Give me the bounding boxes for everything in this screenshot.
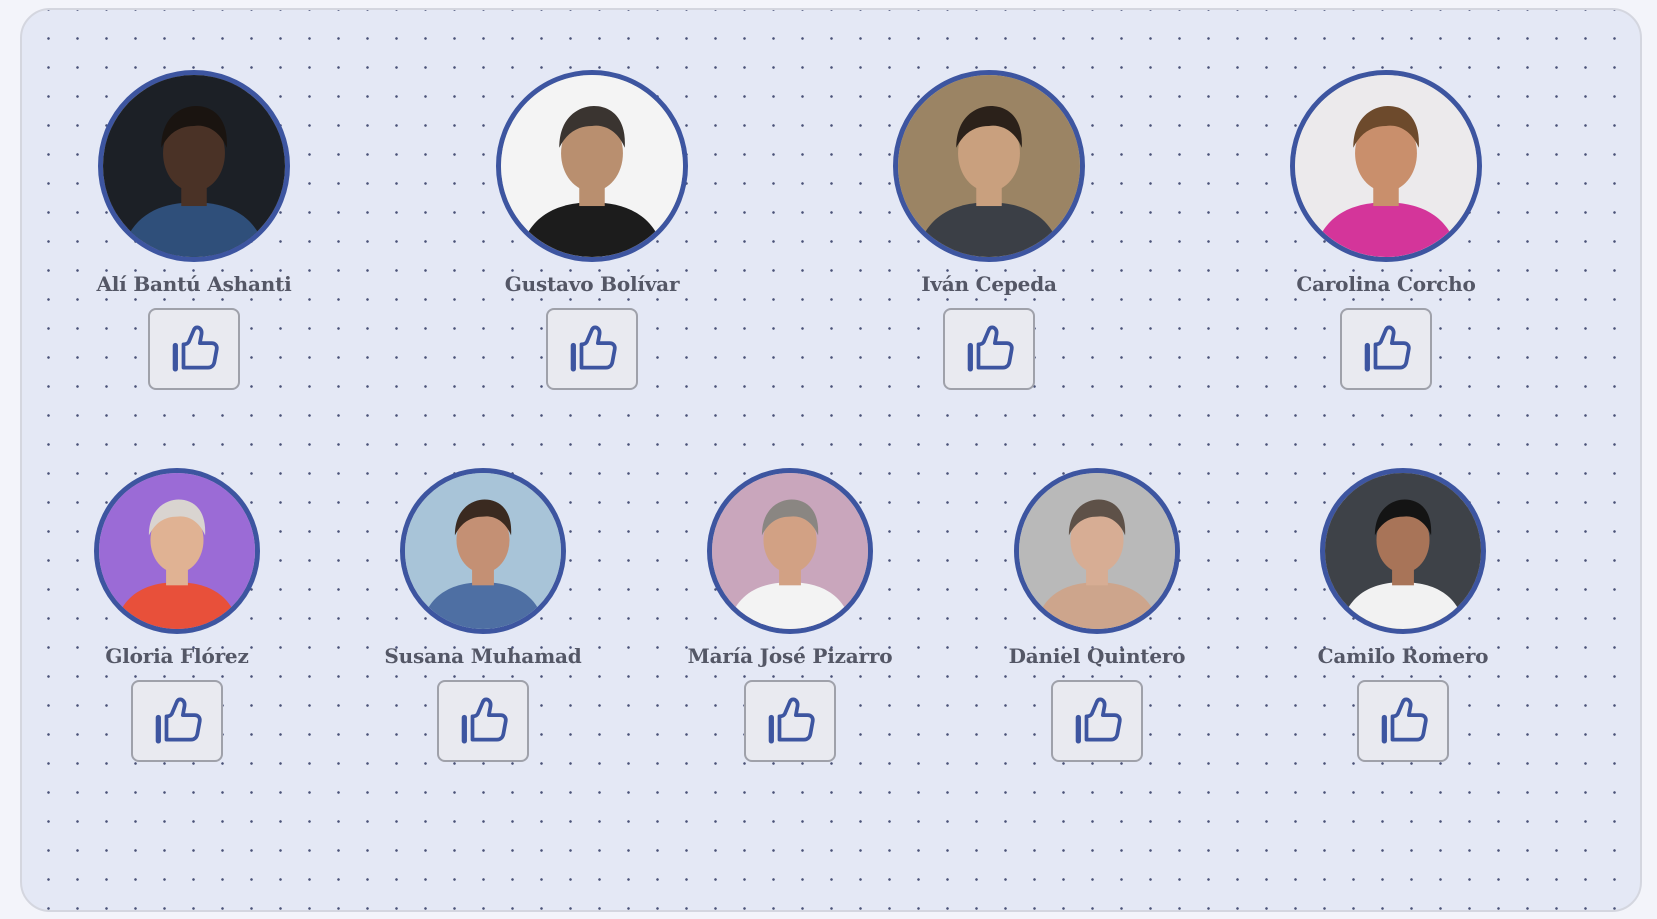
like-button-gloria-florez[interactable]: [131, 680, 223, 762]
candidate-photo: [1290, 70, 1482, 262]
candidate-name: Gustavo Bolívar: [504, 272, 680, 296]
thumbs-up-icon: [1364, 325, 1411, 372]
like-button-daniel-quintero[interactable]: [1051, 680, 1143, 762]
thumbs-up-icon: [172, 325, 219, 372]
candidate-photo: [707, 468, 873, 634]
candidate-photo: [98, 70, 290, 262]
candidate-card-gloria-florez: Gloria Flórez: [47, 468, 307, 762]
like-button-carolina-corcho[interactable]: [1340, 308, 1432, 390]
candidate-photo: [496, 70, 688, 262]
candidate-card-susana-muhamad: Susana Muhamad: [353, 468, 613, 762]
candidate-name: Carolina Corcho: [1296, 272, 1476, 296]
thumbs-up-icon: [461, 697, 508, 744]
candidate-card-carolina-corcho: Carolina Corcho: [1256, 70, 1516, 390]
thumbs-up-icon: [768, 697, 815, 744]
like-button-gustavo-bolivar[interactable]: [546, 308, 638, 390]
candidate-name: Daniel Quintero: [1008, 644, 1186, 668]
candidate-photo: [893, 70, 1085, 262]
candidate-name: Iván Cepeda: [921, 272, 1057, 296]
candidate-card-maria-jose-pizarro: María José Pizarro: [660, 468, 920, 762]
candidate-photo: [1320, 468, 1486, 634]
like-button-camilo-romero[interactable]: [1357, 680, 1449, 762]
candidate-card-ali-bantu-ashanti: Alí Bantú Ashanti: [64, 70, 324, 390]
candidate-name: María José Pizarro: [687, 644, 893, 668]
thumbs-up-icon: [570, 325, 617, 372]
candidate-photo: [400, 468, 566, 634]
candidate-card-gustavo-bolivar: Gustavo Bolívar: [462, 70, 722, 390]
candidate-photo: [1014, 468, 1180, 634]
thumbs-up-icon: [1075, 697, 1122, 744]
candidate-card-ivan-cepeda: Iván Cepeda: [859, 70, 1119, 390]
candidate-card-daniel-quintero: Daniel Quintero: [967, 468, 1227, 762]
like-button-ali-bantu-ashanti[interactable]: [148, 308, 240, 390]
like-button-maria-jose-pizarro[interactable]: [744, 680, 836, 762]
thumbs-up-icon: [1381, 697, 1428, 744]
candidate-name: Alí Bantú Ashanti: [96, 272, 292, 296]
like-button-susana-muhamad[interactable]: [437, 680, 529, 762]
candidate-photo: [94, 468, 260, 634]
candidate-name: Gloria Flórez: [105, 644, 249, 668]
candidates-panel: Alí Bantú Ashanti Gustavo Bolívar Iván Cep…: [20, 8, 1642, 912]
thumbs-up-icon: [967, 325, 1014, 372]
like-button-ivan-cepeda[interactable]: [943, 308, 1035, 390]
thumbs-up-icon: [155, 697, 202, 744]
candidate-name: Camilo Romero: [1317, 644, 1489, 668]
candidate-name: Susana Muhamad: [384, 644, 582, 668]
candidate-card-camilo-romero: Camilo Romero: [1273, 468, 1533, 762]
